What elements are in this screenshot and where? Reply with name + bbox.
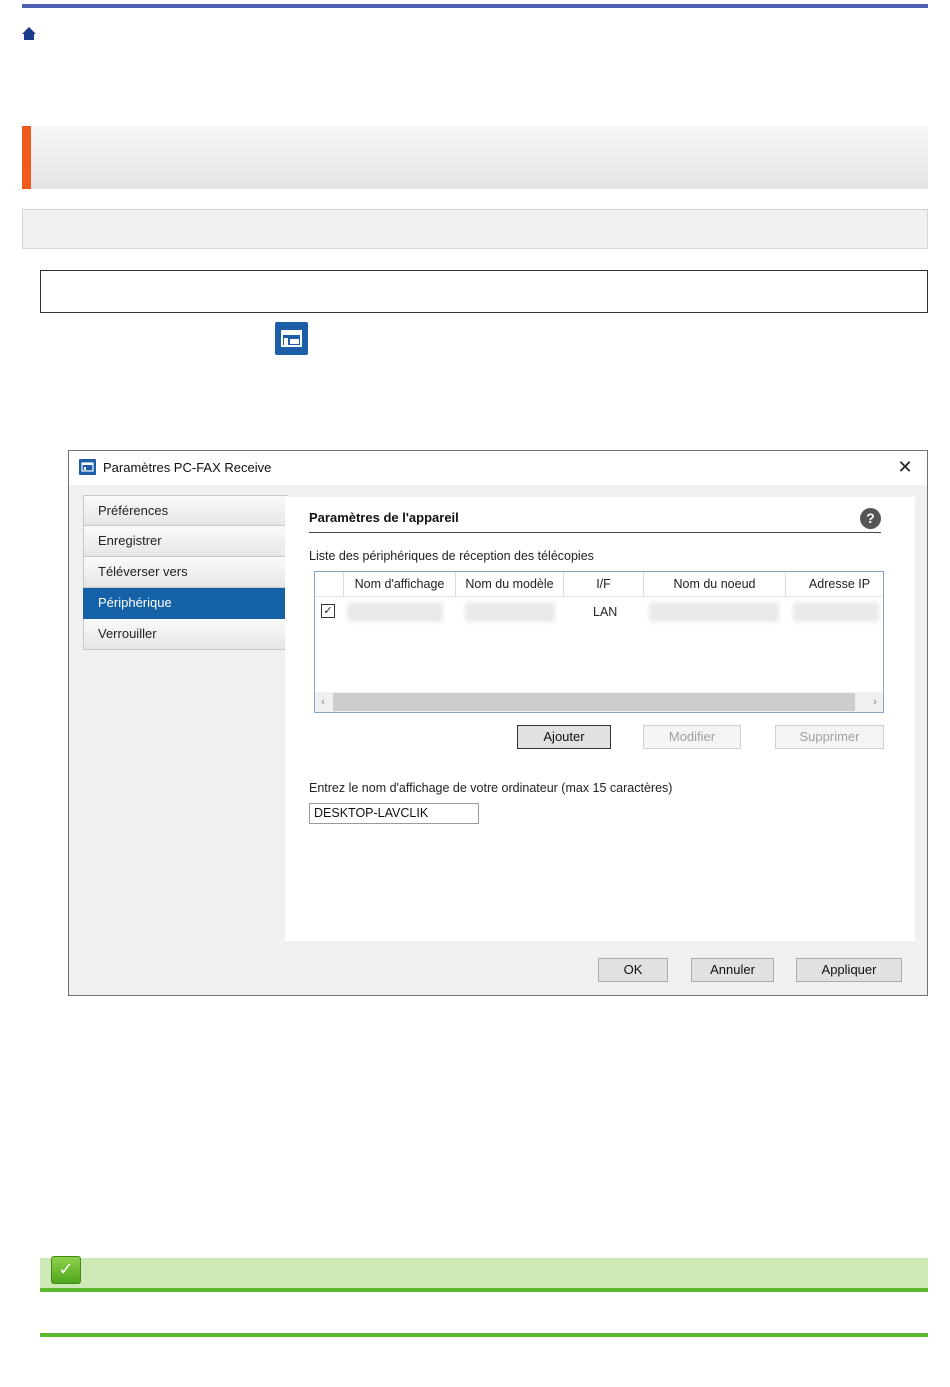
section-accent <box>22 126 31 189</box>
device-table[interactable]: Nom d'affichage Nom du modèle I/F Nom du… <box>314 571 884 713</box>
cancel-button[interactable]: Annuler <box>691 958 774 982</box>
device-settings-panel: Paramètres de l'appareil ? Liste des pér… <box>285 497 915 941</box>
add-button[interactable]: Ajouter <box>517 725 611 749</box>
pc-fax-receive-icon <box>79 459 96 475</box>
tip-rule-top <box>40 1288 928 1292</box>
note-box <box>40 270 928 313</box>
info-bar <box>22 209 928 249</box>
panel-divider <box>309 532 881 533</box>
redacted-model-name <box>465 602 555 622</box>
ok-button[interactable]: OK <box>598 958 668 982</box>
tip-bar <box>40 1258 928 1290</box>
home-icon[interactable] <box>21 25 37 41</box>
device-list-label: Liste des périphériques de réception des… <box>309 549 594 563</box>
display-name-input[interactable]: DESKTOP-LAVCLIK <box>309 803 479 824</box>
pc-fax-receive-settings-dialog: Paramètres PC-FAX Receive ✕ Préférences … <box>68 450 928 996</box>
column-header-ip-address[interactable]: Adresse IP <box>785 572 883 597</box>
nav-item-device[interactable]: Périphérique <box>83 588 288 619</box>
horizontal-scrollbar[interactable]: ‹ › <box>315 692 883 712</box>
scroll-right-icon[interactable]: › <box>867 693 883 711</box>
column-header-display-name[interactable]: Nom d'affichage <box>343 572 455 597</box>
settings-nav: Préférences Enregistrer Téléverser vers … <box>83 495 288 650</box>
apply-button[interactable]: Appliquer <box>796 958 902 982</box>
modify-button[interactable]: Modifier <box>643 725 741 749</box>
close-icon[interactable]: ✕ <box>893 455 917 479</box>
scroll-thumb[interactable] <box>333 693 855 711</box>
checkmark-icon: ✓ <box>51 1256 81 1284</box>
tip-rule-bottom <box>40 1333 928 1337</box>
table-header: Nom d'affichage Nom du modèle I/F Nom du… <box>315 572 883 597</box>
dialog-titlebar: Paramètres PC-FAX Receive ✕ <box>69 451 927 485</box>
top-rule <box>22 4 928 8</box>
section-header <box>22 126 928 189</box>
column-header-model-name[interactable]: Nom du modèle <box>455 572 563 597</box>
column-header-node-name[interactable]: Nom du noeud <box>643 572 785 597</box>
interface-cell: LAN <box>593 605 618 619</box>
scroll-left-icon[interactable]: ‹ <box>315 693 331 711</box>
redacted-display-name <box>347 602 443 622</box>
dialog-title: Paramètres PC-FAX Receive <box>103 460 272 475</box>
redacted-node-name <box>649 602 779 622</box>
nav-item-upload[interactable]: Téléverser vers <box>83 557 288 588</box>
display-name-label: Entrez le nom d'affichage de votre ordin… <box>309 781 673 795</box>
pc-fax-receive-icon <box>275 322 308 355</box>
column-header-interface[interactable]: I/F <box>563 572 643 597</box>
nav-item-lock[interactable]: Verrouiller <box>83 619 288 650</box>
redacted-ip-address <box>793 602 879 622</box>
help-icon[interactable]: ? <box>860 508 881 529</box>
table-row[interactable]: ✓ LAN <box>315 598 883 626</box>
delete-button[interactable]: Supprimer <box>775 725 884 749</box>
panel-title: Paramètres de l'appareil <box>309 510 459 525</box>
device-checkbox[interactable]: ✓ <box>321 604 335 618</box>
nav-item-preferences[interactable]: Préférences <box>83 495 288 526</box>
nav-item-save[interactable]: Enregistrer <box>83 526 288 557</box>
